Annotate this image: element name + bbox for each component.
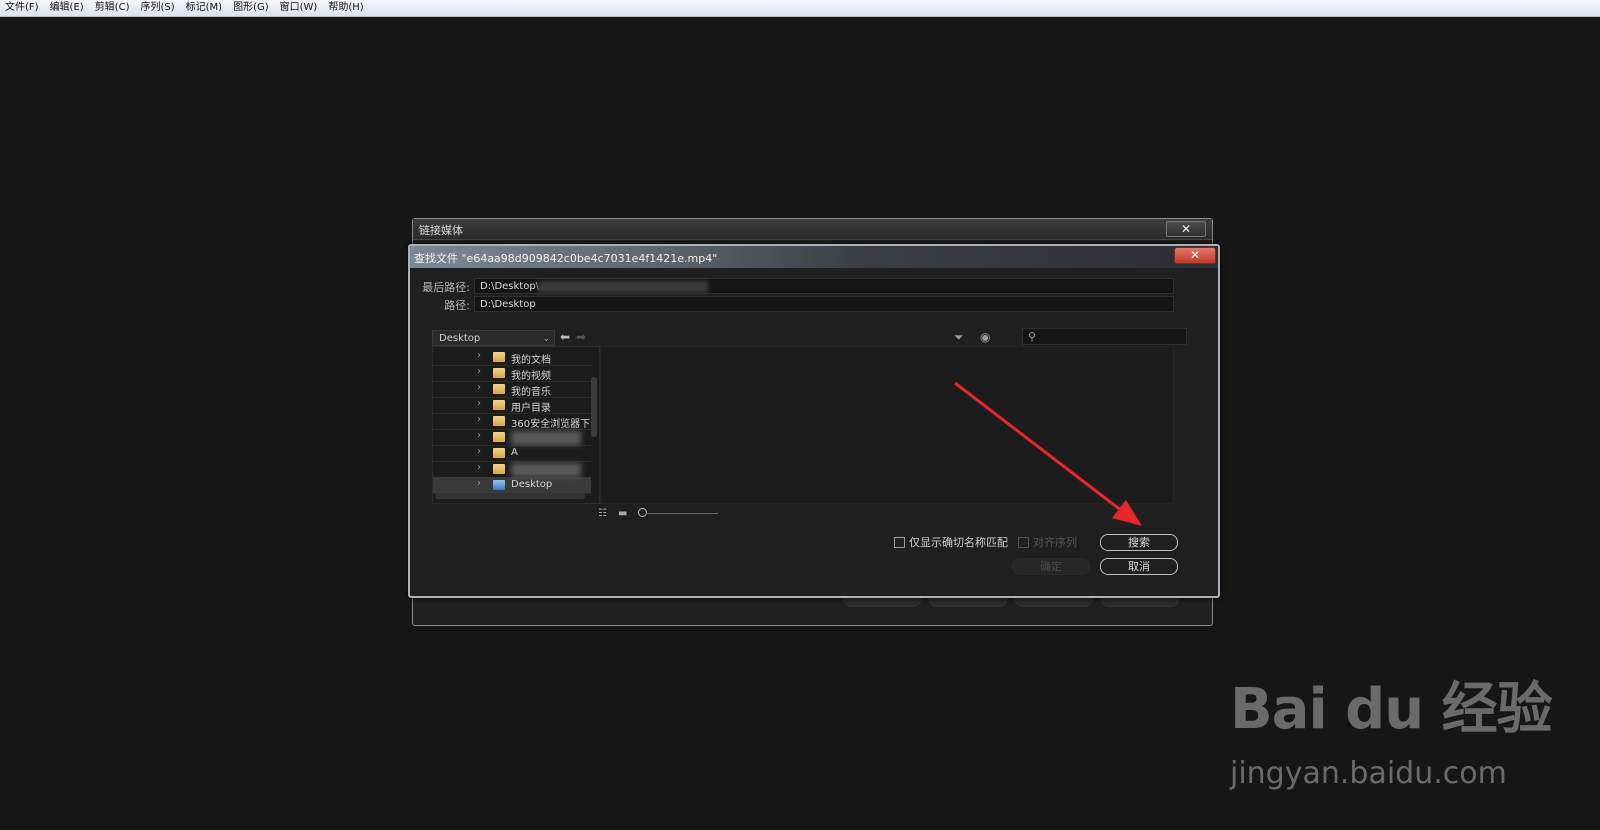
baidu-jingyan-watermark-url: jingyan.baidu.com (1230, 756, 1507, 791)
baidu-jingyan-watermark-logo: Bai du 经验 (1230, 677, 1553, 742)
